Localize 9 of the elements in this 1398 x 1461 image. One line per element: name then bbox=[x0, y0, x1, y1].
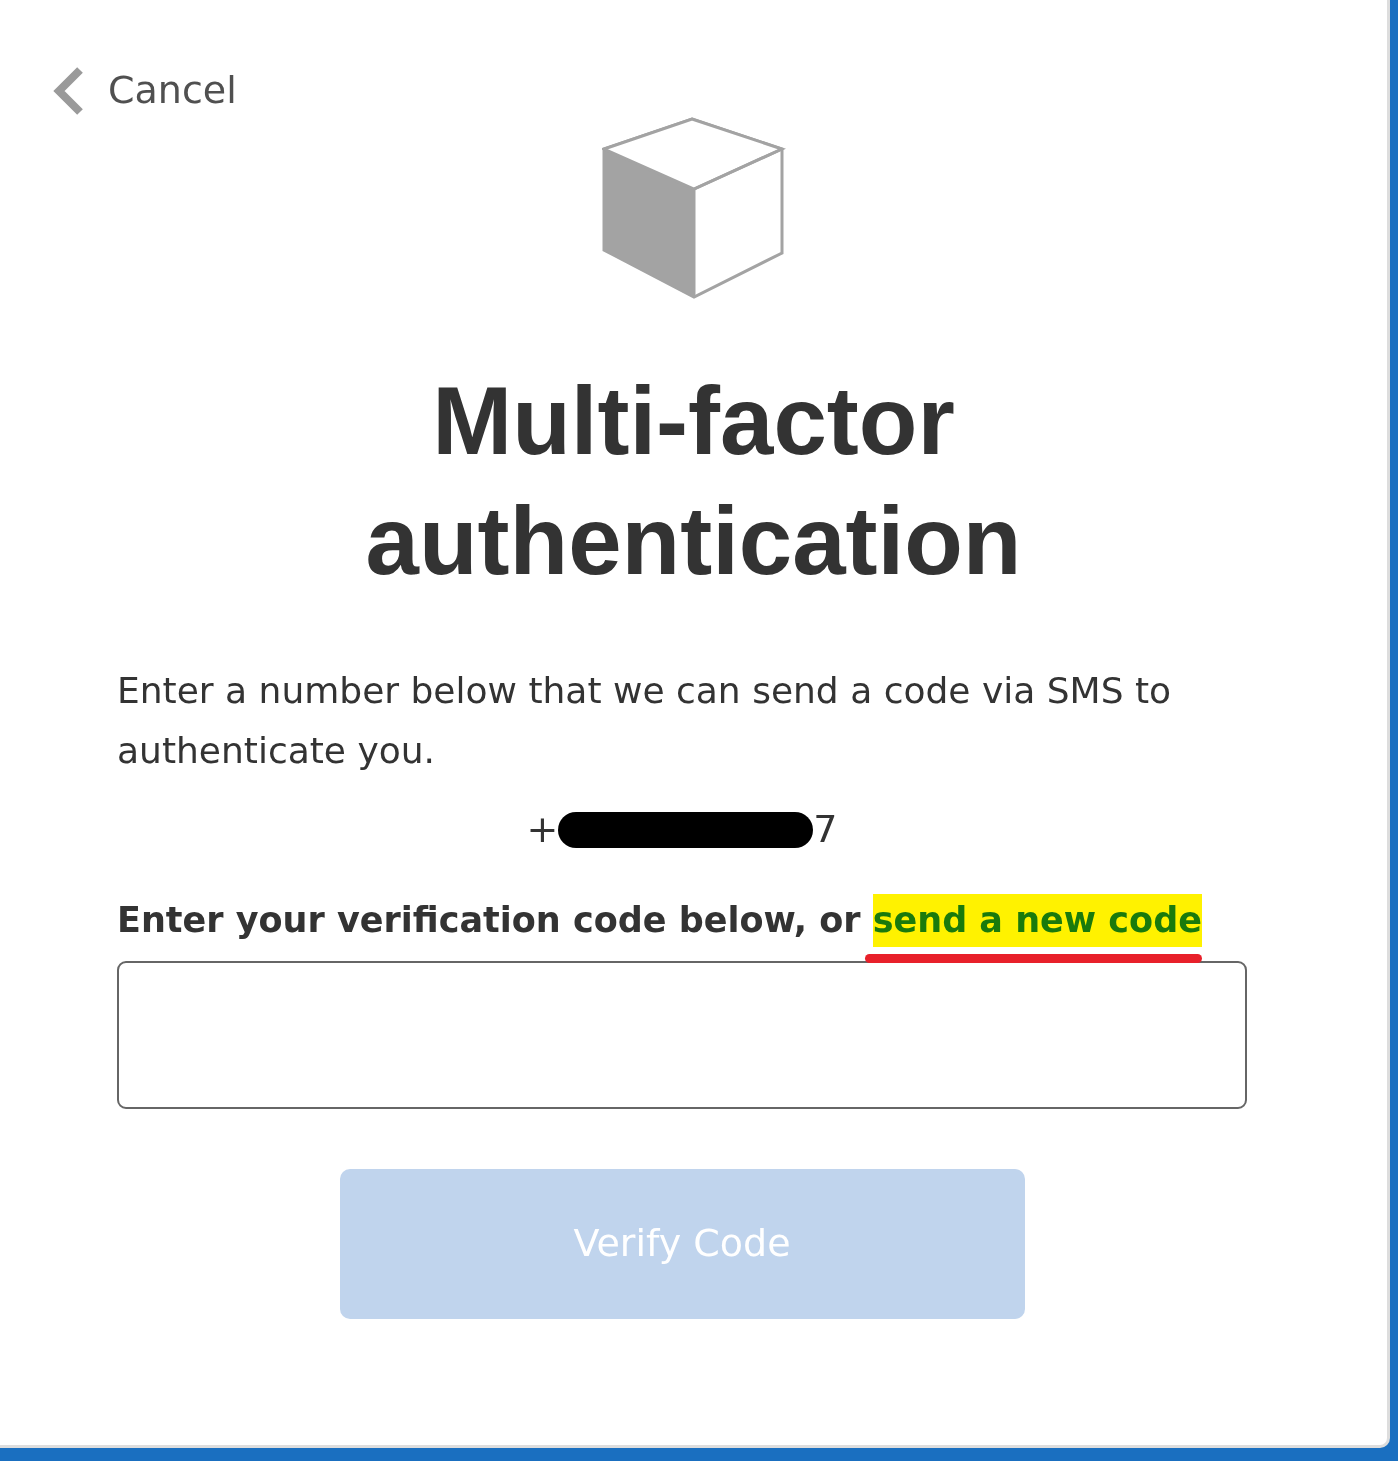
code-input-field[interactable] bbox=[117, 960, 1247, 1109]
back-chevron-icon bbox=[52, 66, 84, 115]
phone-suffix: 7 bbox=[813, 806, 838, 853]
cancel-link[interactable]: Cancel bbox=[108, 62, 237, 119]
phone-prefix: + bbox=[526, 806, 559, 853]
code-prompt: Enter your verification code below, or bbox=[117, 900, 861, 940]
cube-icon bbox=[601, 117, 786, 299]
instruction-text: Enter a number below that we can send a code via SMS to authenticate you. bbox=[117, 669, 1173, 773]
page-title: Multi-factor authentication bbox=[364, 366, 1023, 596]
